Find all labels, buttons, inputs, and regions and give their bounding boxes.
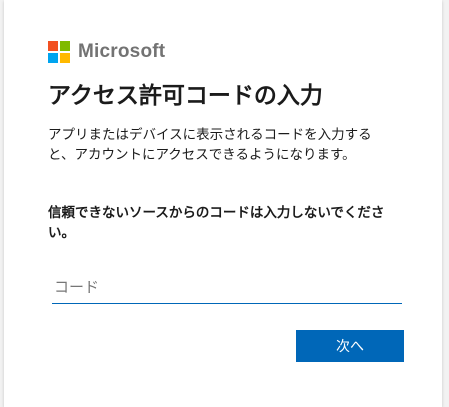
logo-square-red: [48, 41, 58, 51]
logo-square-green: [60, 41, 70, 51]
code-input[interactable]: [52, 270, 402, 304]
warning-text: 信頼できないソースからのコードは入力しないでください。: [48, 205, 385, 241]
page-title: アクセス許可コードの入力: [48, 83, 323, 109]
next-button[interactable]: 次へ: [296, 330, 404, 362]
microsoft-logo-icon: [48, 41, 70, 63]
logo-square-yellow: [60, 53, 70, 63]
microsoft-logo: Microsoft: [48, 40, 165, 64]
brand-name: Microsoft: [78, 41, 166, 62]
code-field-wrapper: [52, 270, 402, 304]
logo-square-blue: [48, 53, 58, 63]
description-text: アプリまたはデバイスに表示されるコードを入力すると、アカウントにアクセスできるよ…: [48, 127, 372, 163]
sign-in-card: Microsoft アクセス許可コードの入力 アプリまたはデバイスに表示されるコ…: [4, 0, 442, 407]
